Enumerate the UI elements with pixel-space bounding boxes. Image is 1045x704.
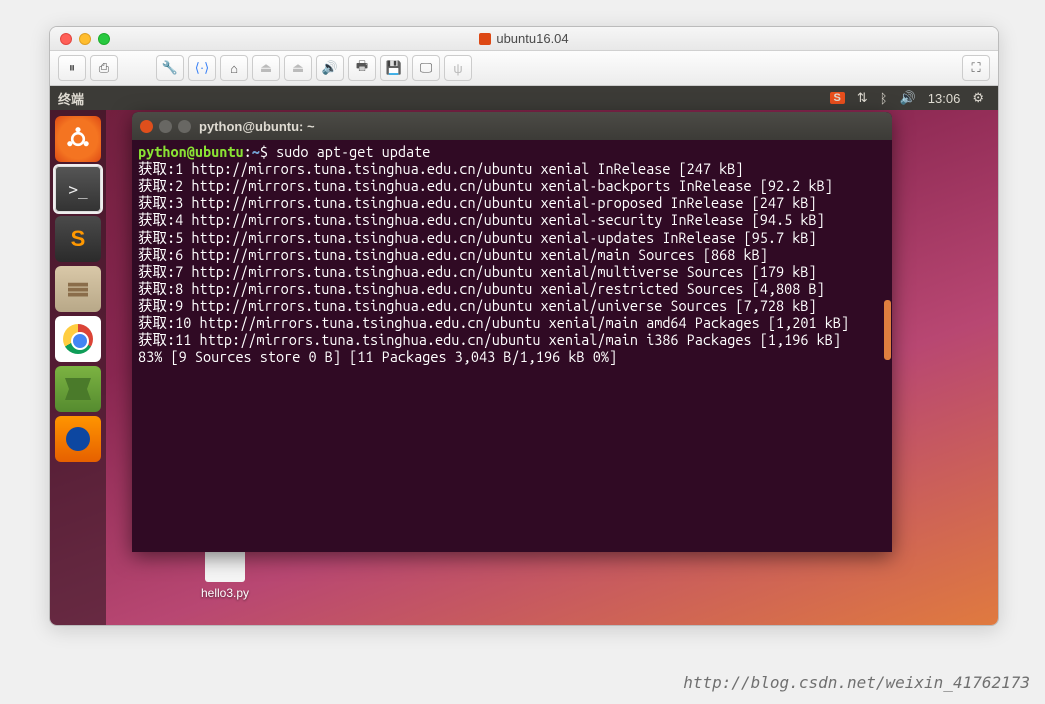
terminal-minimize-button[interactable] bbox=[159, 120, 172, 133]
network-indicator-icon[interactable]: ⇅ bbox=[857, 90, 868, 106]
terminal-output: 获取:1 http://mirrors.tuna.tsinghua.edu.cn… bbox=[138, 160, 849, 365]
ubuntu-guest-desktop: 终端 S ⇅ ᛒ 🔊 13:06 ⚙ >_ S bbox=[50, 86, 998, 625]
running-apps-stack[interactable] bbox=[55, 466, 101, 536]
lock2-icon[interactable]: ⏏ bbox=[284, 55, 312, 81]
printer-icon[interactable]: 🖶 bbox=[348, 55, 376, 81]
terminal-window[interactable]: python@ubuntu: ~ python@ubuntu:~$ sudo a… bbox=[132, 112, 892, 552]
disk-icon[interactable]: ⌂ bbox=[220, 55, 248, 81]
scrollbar-thumb[interactable] bbox=[884, 300, 891, 360]
bluetooth-icon[interactable]: ᛒ bbox=[880, 91, 888, 106]
file-label: hello3.py bbox=[190, 586, 260, 600]
firefox-launcher-icon[interactable] bbox=[55, 416, 101, 462]
prompt-path: ~ bbox=[252, 143, 260, 160]
terminal-close-button[interactable] bbox=[140, 120, 153, 133]
terminal-launcher-icon[interactable]: >_ bbox=[55, 166, 101, 212]
dash-icon[interactable] bbox=[55, 116, 101, 162]
mac-titlebar[interactable]: ubuntu16.04 bbox=[50, 27, 998, 51]
system-gear-icon[interactable]: ⚙ bbox=[972, 90, 984, 106]
fullscreen-icon[interactable]: ⛶ bbox=[962, 55, 990, 81]
prompt-sep: : bbox=[244, 143, 252, 160]
terminal-title-text: python@ubuntu: ~ bbox=[199, 119, 315, 134]
lock1-icon[interactable]: ⏏ bbox=[252, 55, 280, 81]
floppy-icon[interactable]: 💾 bbox=[380, 55, 408, 81]
vm-host-window: ubuntu16.04 ⏸ ⎙ 🔧 ⟨·⟩ ⌂ ⏏ ⏏ 🔊 🖶 💾 🖵 ψ ⛶ … bbox=[49, 26, 999, 626]
prompt-user: python@ubuntu bbox=[138, 143, 244, 160]
terminal-maximize-button[interactable] bbox=[178, 120, 191, 133]
command-text: sudo apt-get update bbox=[276, 143, 430, 160]
pause-button[interactable]: ⏸ bbox=[58, 55, 86, 81]
watermark-text: http://blog.csdn.net/weixin_41762173 bbox=[683, 673, 1030, 692]
files-launcher-icon[interactable] bbox=[55, 266, 101, 312]
unity-launcher: >_ S bbox=[50, 110, 106, 625]
terminal-scrollbar[interactable] bbox=[882, 140, 892, 552]
window-title-text: ubuntu16.04 bbox=[496, 31, 568, 46]
snapshot-button[interactable]: ⎙ bbox=[90, 55, 118, 81]
sound-icon[interactable]: 🔊 bbox=[316, 55, 344, 81]
prompt-sym: $ bbox=[260, 143, 276, 160]
clock[interactable]: 13:06 bbox=[928, 91, 961, 106]
active-app-menu[interactable]: 终端 bbox=[58, 89, 84, 108]
vm-toolbar: ⏸ ⎙ 🔧 ⟨·⟩ ⌂ ⏏ ⏏ 🔊 🖶 💾 🖵 ψ ⛶ bbox=[50, 51, 998, 86]
volume-icon[interactable]: 🔊 bbox=[900, 90, 916, 106]
display-icon[interactable]: 🖵 bbox=[412, 55, 440, 81]
terminal-titlebar[interactable]: python@ubuntu: ~ bbox=[132, 112, 892, 140]
settings-icon[interactable]: 🔧 bbox=[156, 55, 184, 81]
network-icon[interactable]: ⟨·⟩ bbox=[188, 55, 216, 81]
input-method-indicator[interactable]: S bbox=[830, 92, 845, 104]
ubuntu-top-panel[interactable]: 终端 S ⇅ ᛒ 🔊 13:06 ⚙ bbox=[50, 86, 998, 110]
usb-icon[interactable]: ψ bbox=[444, 55, 472, 81]
terminal-body[interactable]: python@ubuntu:~$ sudo apt-get update 获取:… bbox=[132, 140, 892, 552]
window-title: ubuntu16.04 bbox=[50, 31, 998, 46]
chrome-launcher-icon[interactable] bbox=[55, 316, 101, 362]
ubuntu-icon bbox=[479, 33, 491, 45]
sublime-launcher-icon[interactable]: S bbox=[55, 216, 101, 262]
help-launcher-icon[interactable] bbox=[55, 366, 101, 412]
